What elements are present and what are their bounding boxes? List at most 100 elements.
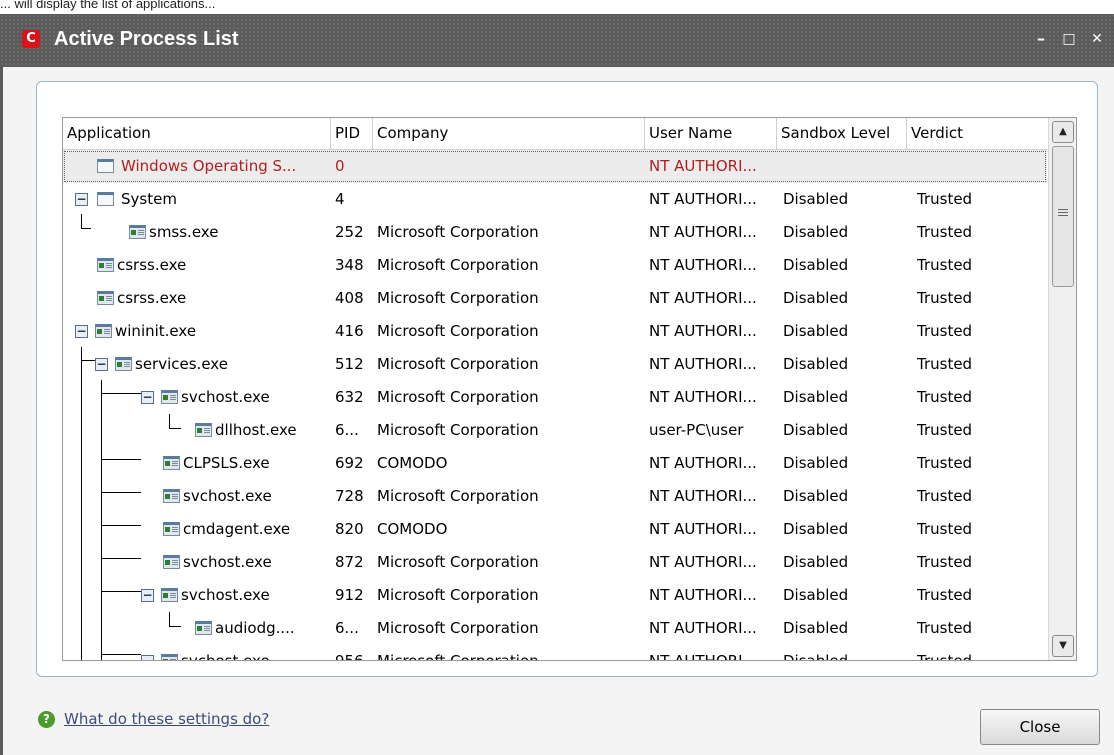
help-link[interactable]: What do these settings do? <box>64 710 269 728</box>
collapse-icon[interactable]: − <box>141 589 154 602</box>
table-row[interactable]: − svchost.exe 912 Microsoft Corporation … <box>63 579 1047 612</box>
comodo-logo-icon: C <box>22 30 40 48</box>
process-company: COMODO <box>377 454 448 472</box>
process-pid: 912 <box>335 586 364 604</box>
collapse-icon[interactable]: − <box>141 655 154 660</box>
process-company: Microsoft Corporation <box>377 553 539 571</box>
exe-app-icon <box>161 390 178 404</box>
process-verdict: Trusted <box>917 388 973 406</box>
help-icon[interactable]: ? <box>38 711 55 728</box>
process-company: Microsoft Corporation <box>377 223 539 241</box>
process-verdict: Trusted <box>917 322 973 340</box>
process-verdict: Trusted <box>917 652 973 661</box>
process-user: NT AUTHORI... <box>649 388 757 406</box>
process-pid: 728 <box>335 487 364 505</box>
table-row[interactable]: audiodg.... 6... Microsoft Corporation N… <box>63 612 1047 645</box>
table-row[interactable]: − wininit.exe 416 Microsoft Corporation … <box>63 315 1047 348</box>
table-row[interactable]: cmdagent.exe 820 COMODO NT AUTHORI... Di… <box>63 513 1047 546</box>
vertical-scrollbar[interactable]: ▲ ▼ <box>1048 118 1076 660</box>
table-row[interactable]: − svchost.exe 956 Microsoft Corporation … <box>63 645 1047 661</box>
collapse-icon[interactable]: − <box>75 325 88 338</box>
process-name: Windows Operating S... <box>121 157 297 175</box>
column-header-application[interactable]: Application <box>63 118 331 149</box>
process-user: NT AUTHORI... <box>649 619 757 637</box>
window-app-icon <box>97 159 114 173</box>
exe-app-icon <box>97 291 114 305</box>
column-header-company[interactable]: Company <box>373 118 645 149</box>
process-name: CLPSLS.exe <box>183 454 270 472</box>
table-row[interactable]: Windows Operating S... 0 NT AUTHORI... <box>63 150 1047 183</box>
exe-app-icon <box>97 258 114 272</box>
process-name: svchost.exe <box>183 553 272 571</box>
maximize-button[interactable]: □ <box>1058 28 1080 50</box>
process-name: smss.exe <box>149 223 219 241</box>
exe-app-icon <box>163 456 180 470</box>
process-pid: 820 <box>335 520 364 538</box>
column-header-verdict[interactable]: Verdict <box>907 118 1047 149</box>
minimize-button[interactable]: – <box>1030 28 1052 50</box>
process-pid: 4 <box>335 190 345 208</box>
process-pid: 872 <box>335 553 364 571</box>
column-header-pid[interactable]: PID <box>331 118 373 149</box>
process-sandbox-level: Disabled <box>783 223 849 241</box>
process-pid: 6... <box>335 421 359 439</box>
table-row[interactable]: svchost.exe 872 Microsoft Corporation NT… <box>63 546 1047 579</box>
process-name: svchost.exe <box>181 586 270 604</box>
process-company: Microsoft Corporation <box>377 322 539 340</box>
process-name: svchost.exe <box>181 652 270 661</box>
table-header: Application PID Company User Name Sandbo… <box>63 118 1047 150</box>
table-row[interactable]: − services.exe 512 Microsoft Corporation… <box>63 348 1047 381</box>
column-header-sandbox-level[interactable]: Sandbox Level <box>777 118 907 149</box>
process-pid: 512 <box>335 355 364 373</box>
process-company: Microsoft Corporation <box>377 421 539 439</box>
process-user: NT AUTHORI... <box>649 454 757 472</box>
table-row[interactable]: CLPSLS.exe 692 COMODO NT AUTHORI... Disa… <box>63 447 1047 480</box>
window-title: Active Process List <box>54 28 239 50</box>
table-row[interactable]: svchost.exe 728 Microsoft Corporation NT… <box>63 480 1047 513</box>
table-row[interactable]: dllhost.exe 6... Microsoft Corporation u… <box>63 414 1047 447</box>
close-window-button[interactable]: ✕ <box>1086 28 1108 50</box>
window-app-icon <box>97 192 114 206</box>
scroll-thumb[interactable] <box>1052 146 1074 287</box>
process-user: NT AUTHORI... <box>649 487 757 505</box>
process-verdict: Trusted <box>917 454 973 472</box>
process-pid: 632 <box>335 388 364 406</box>
process-user: NT AUTHORI... <box>649 355 757 373</box>
scroll-down-button[interactable]: ▼ <box>1052 635 1074 657</box>
close-button[interactable]: Close <box>980 709 1100 745</box>
process-name: csrss.exe <box>117 256 187 274</box>
table-row[interactable]: − svchost.exe 632 Microsoft Corporation … <box>63 381 1047 414</box>
process-name: cmdagent.exe <box>183 520 291 538</box>
process-verdict: Trusted <box>917 256 973 274</box>
process-company: Microsoft Corporation <box>377 652 539 661</box>
title-bar: C Active Process List – □ ✕ <box>0 14 1114 67</box>
collapse-icon[interactable]: − <box>95 358 108 371</box>
process-name: csrss.exe <box>117 289 187 307</box>
table-row[interactable]: csrss.exe 408 Microsoft Corporation NT A… <box>63 282 1047 315</box>
process-verdict: Trusted <box>917 421 973 439</box>
table-row[interactable]: csrss.exe 348 Microsoft Corporation NT A… <box>63 249 1047 282</box>
process-name: audiodg.... <box>215 619 295 637</box>
scroll-up-button[interactable]: ▲ <box>1052 121 1074 143</box>
process-company: Microsoft Corporation <box>377 388 539 406</box>
exe-app-icon <box>129 225 146 239</box>
collapse-icon[interactable]: − <box>75 193 88 206</box>
process-sandbox-level: Disabled <box>783 256 849 274</box>
table-row[interactable]: smss.exe 252 Microsoft Corporation NT AU… <box>63 216 1047 249</box>
process-user: NT AUTHORI... <box>649 553 757 571</box>
collapse-icon[interactable]: − <box>141 391 154 404</box>
process-pid: 252 <box>335 223 364 241</box>
process-verdict: Trusted <box>917 553 973 571</box>
table-row[interactable]: − System 4 NT AUTHORI... Disabled Truste… <box>63 183 1047 216</box>
process-user: NT AUTHORI... <box>649 157 757 175</box>
column-header-user-name[interactable]: User Name <box>645 118 777 149</box>
process-user: NT AUTHORI... <box>649 190 757 208</box>
process-sandbox-level: Disabled <box>783 619 849 637</box>
process-sandbox-level: Disabled <box>783 454 849 472</box>
process-verdict: Trusted <box>917 289 973 307</box>
process-table: Application PID Company User Name Sandbo… <box>62 117 1077 661</box>
exe-app-icon <box>95 324 112 338</box>
process-user: NT AUTHORI... <box>649 289 757 307</box>
exe-app-icon <box>195 423 212 437</box>
process-name: svchost.exe <box>181 388 270 406</box>
